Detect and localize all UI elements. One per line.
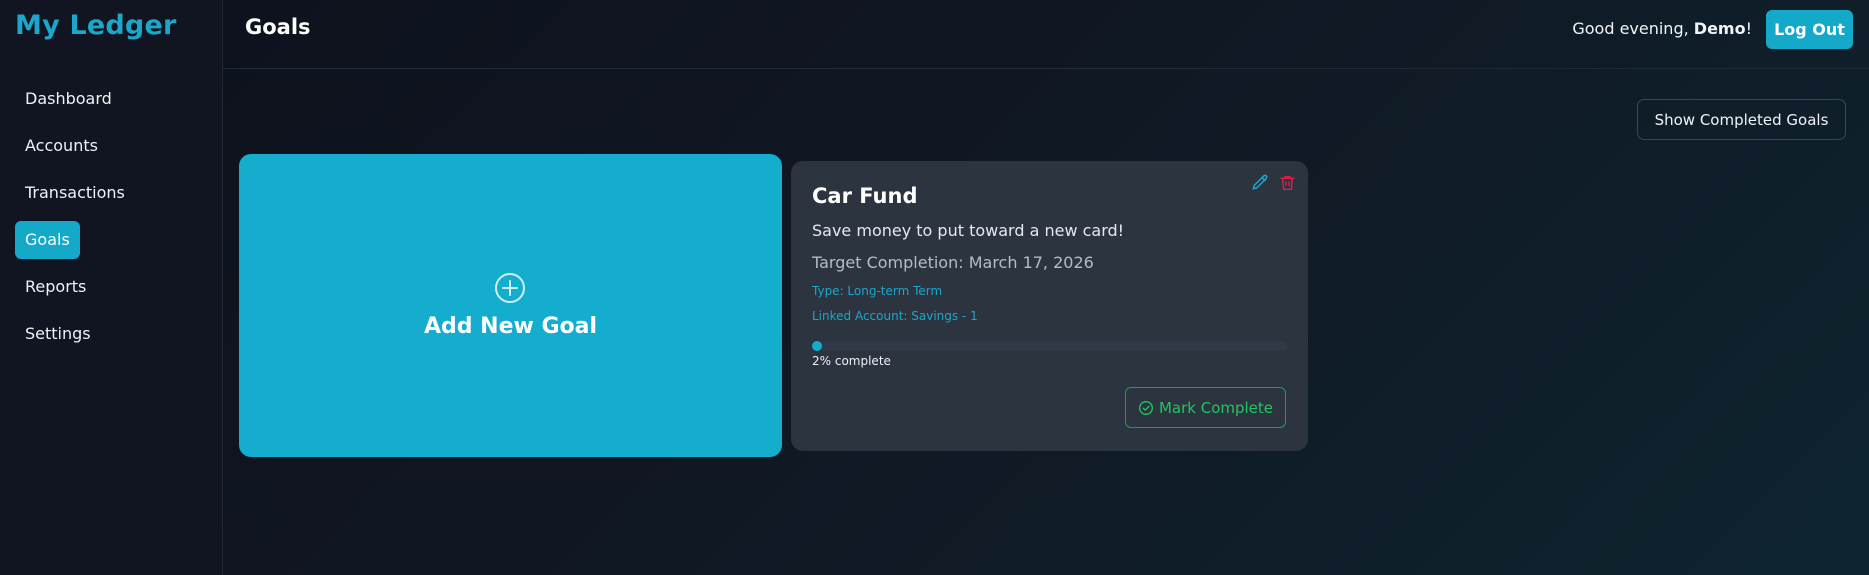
goal-card: Car Fund Save money to put toward a new … bbox=[791, 161, 1308, 451]
sidebar-item-goals[interactable]: Goals bbox=[15, 221, 80, 259]
greeting-prefix: Good evening, bbox=[1572, 19, 1694, 38]
top-bar: Goals Good evening, Demo! Log Out bbox=[223, 0, 1869, 69]
greeting-suffix: ! bbox=[1745, 19, 1752, 38]
page-title: Goals bbox=[245, 15, 311, 39]
greeting: Good evening, Demo! bbox=[1572, 19, 1752, 38]
user-name: Demo bbox=[1693, 19, 1746, 38]
mark-complete-label: Mark Complete bbox=[1158, 398, 1274, 417]
plus-circle-icon bbox=[495, 273, 525, 303]
sidebar-item-dashboard[interactable]: Dashboard bbox=[15, 80, 122, 118]
goal-progress-label: 2% complete bbox=[812, 354, 891, 368]
sidebar-nav: Dashboard Accounts Transactions Goals Re… bbox=[15, 80, 210, 362]
goal-progress-bar bbox=[812, 341, 1287, 351]
show-completed-goals-button[interactable]: Show Completed Goals bbox=[1637, 99, 1846, 140]
goal-description: Save money to put toward a new card! bbox=[812, 221, 1125, 240]
pencil-icon[interactable] bbox=[1250, 173, 1270, 193]
trash-icon[interactable] bbox=[1278, 173, 1297, 193]
sidebar-item-accounts[interactable]: Accounts bbox=[15, 127, 108, 165]
goal-progress-fill bbox=[812, 341, 822, 351]
sidebar-item-transactions[interactable]: Transactions bbox=[15, 174, 135, 212]
app-logo[interactable]: My Ledger bbox=[15, 10, 176, 41]
goal-title: Car Fund bbox=[812, 184, 918, 208]
mark-complete-button[interactable]: Mark Complete bbox=[1125, 387, 1286, 428]
logout-button[interactable]: Log Out bbox=[1766, 10, 1853, 49]
sidebar-item-settings[interactable]: Settings bbox=[15, 315, 101, 353]
goal-type: Type: Long-term Term bbox=[812, 284, 943, 298]
add-new-goal-label: Add New Goal bbox=[423, 314, 598, 339]
sidebar-item-reports[interactable]: Reports bbox=[15, 268, 96, 306]
check-circle-icon bbox=[1138, 400, 1153, 415]
sidebar: My Ledger Dashboard Accounts Transaction… bbox=[0, 0, 223, 575]
goal-linked-account: Linked Account: Savings - 1 bbox=[812, 309, 978, 323]
add-new-goal-card[interactable]: Add New Goal bbox=[239, 154, 782, 457]
goal-target-completion: Target Completion: March 17, 2026 bbox=[812, 253, 1094, 272]
